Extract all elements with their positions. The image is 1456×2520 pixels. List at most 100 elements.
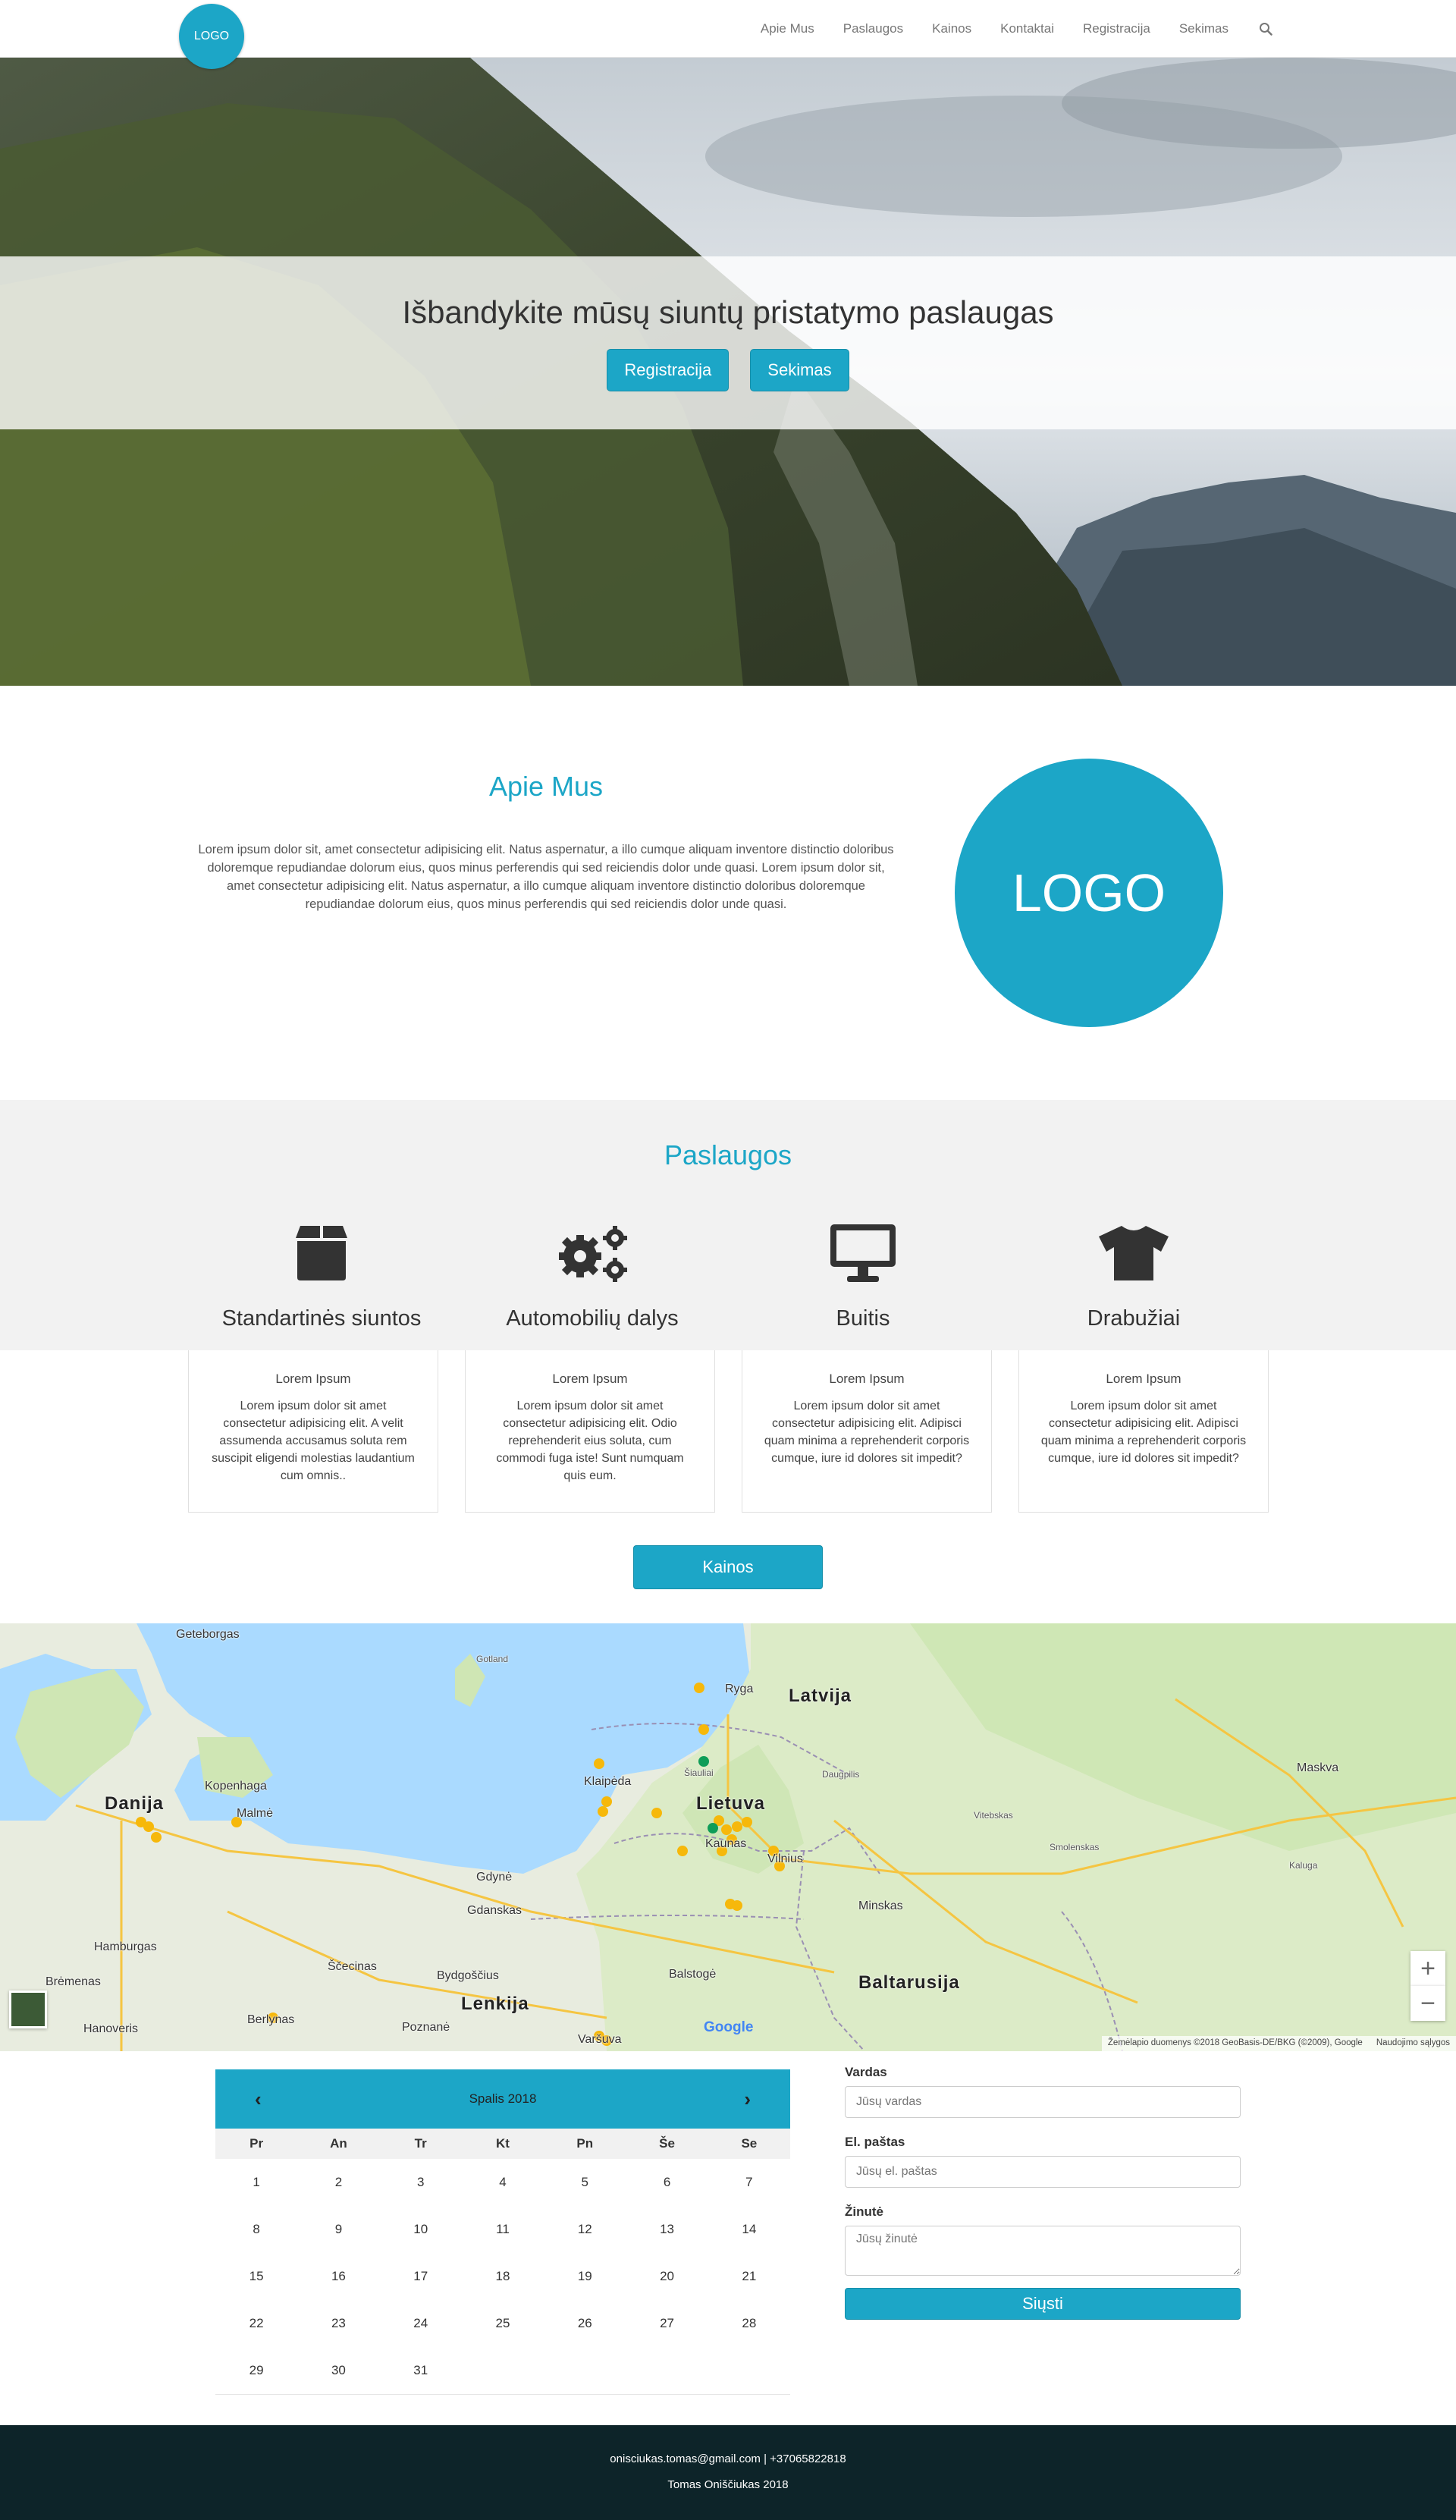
card-text: Lorem ipsum dolor sit amet consectetur a…	[496, 1400, 684, 1482]
nav-link-kontaktai[interactable]: Kontaktai	[1000, 21, 1054, 36]
register-button[interactable]: Registracija	[607, 349, 730, 391]
box-icon	[196, 1221, 447, 1285]
message-label: Žinutė	[845, 2204, 883, 2219]
map-label: Lenkija	[461, 1994, 529, 2014]
weekday: Pn	[576, 2136, 594, 2151]
calendar-day[interactable]: 6	[626, 2159, 708, 2206]
map-label: Daugpilis	[822, 1769, 860, 1780]
calendar-day[interactable]: 8	[215, 2206, 297, 2253]
card-heading: Lorem Ipsum	[1106, 1372, 1181, 1386]
nav-link-paslaugos[interactable]: Paslaugos	[843, 21, 903, 36]
calendar: ‹ Spalis 2018 › Pr An Tr Kt Pn Še Se 123…	[215, 2069, 790, 2395]
calendar-day[interactable]: 7	[708, 2159, 790, 2206]
nav-logo[interactable]: LOGO	[179, 4, 244, 69]
map-label: Brėmenas	[46, 1975, 101, 1988]
map-label: Bydgoščius	[437, 1969, 499, 1982]
map-label: Berlynas	[247, 2013, 295, 2026]
service-title: Standartinės siuntos	[221, 1306, 422, 1331]
tracking-button[interactable]: Sekimas	[750, 349, 849, 391]
calendar-day[interactable]: 16	[297, 2253, 379, 2300]
nav-links: Apie Mus Paslaugos Kainos Kontaktai Regi…	[732, 0, 1274, 58]
map-label: Balstogė	[669, 1968, 717, 1981]
calendar-day[interactable]: 15	[215, 2253, 297, 2300]
nav-link-apie-mus[interactable]: Apie Mus	[761, 21, 814, 36]
calendar-day[interactable]: 9	[297, 2206, 379, 2253]
calendar-day[interactable]: 29	[215, 2347, 297, 2394]
map-attribution: Žemėlapio duomenys ©2018 GeoBasis-DE/BKG…	[1101, 2036, 1456, 2051]
calendar-day[interactable]: 11	[462, 2206, 544, 2253]
send-button[interactable]: Siųsti	[845, 2288, 1241, 2320]
prices-button[interactable]: Kainos	[633, 1545, 823, 1589]
calendar-day[interactable]: 25	[462, 2300, 544, 2347]
nav-link-registracija[interactable]: Registracija	[1083, 21, 1150, 36]
weekday: Tr	[414, 2136, 427, 2151]
service-card: Lorem Ipsum Lorem ipsum dolor sit amet c…	[742, 1350, 992, 1513]
hero-title: Išbandykite mūsų siuntų pristatymo pasla…	[402, 294, 1054, 330]
service-title: Buitis	[836, 1306, 890, 1331]
map-label: Šiauliai	[684, 1767, 714, 1778]
map-terms-link[interactable]: Naudojimo sąlygos	[1376, 2038, 1450, 2049]
google-logo: Google	[704, 2019, 754, 2035]
map[interactable]: Latvija Lietuva Danija Lenkija Baltarusi…	[0, 1623, 1456, 2051]
next-month-icon[interactable]: ›	[744, 2088, 751, 2111]
map-type-toggle[interactable]	[9, 1991, 47, 2028]
nav-link-sekimas[interactable]: Sekimas	[1179, 21, 1228, 36]
nav-link-kainos[interactable]: Kainos	[932, 21, 971, 36]
services-title: Paslaugos	[664, 1139, 792, 1170]
card-heading: Lorem Ipsum	[829, 1372, 905, 1386]
calendar-day[interactable]: 10	[380, 2206, 462, 2253]
map-label: Malmė	[237, 1807, 274, 1820]
about-logo: LOGO	[955, 759, 1223, 1027]
service-title: Drabužiai	[1087, 1306, 1181, 1331]
map-label: Gotland	[476, 1654, 509, 1664]
calendar-day[interactable]: 27	[626, 2300, 708, 2347]
calendar-day[interactable]: 30	[297, 2347, 379, 2394]
calendar-day[interactable]: 31	[380, 2347, 462, 2394]
weekday: An	[330, 2136, 347, 2151]
map-label: Minskas	[858, 1899, 903, 1912]
email-label: El. paštas	[845, 2135, 905, 2149]
service-car-parts: Automobilių dalys	[467, 1221, 717, 1331]
calendar-day[interactable]: 17	[380, 2253, 462, 2300]
calendar-day[interactable]: 24	[380, 2300, 462, 2347]
calendar-day[interactable]: 18	[462, 2253, 544, 2300]
map-label: Hanoveris	[83, 2022, 139, 2035]
prev-month-icon[interactable]: ‹	[255, 2088, 262, 2111]
calendar-day[interactable]: 23	[297, 2300, 379, 2347]
search-icon[interactable]	[1257, 20, 1274, 37]
map-label: Vitebskas	[974, 1810, 1013, 1821]
weekday: Kt	[496, 2136, 510, 2151]
calendar-day[interactable]: 26	[544, 2300, 626, 2347]
calendar-day[interactable]: 22	[215, 2300, 297, 2347]
service-card: Lorem Ipsum Lorem ipsum dolor sit amet c…	[465, 1350, 715, 1513]
zoom-in-button[interactable]: +	[1410, 1951, 1445, 1986]
calendar-month: Spalis 2018	[469, 2091, 537, 2106]
message-field[interactable]	[845, 2226, 1241, 2276]
service-clothes: Drabužiai	[1009, 1221, 1259, 1331]
calendar-day[interactable]: 5	[544, 2159, 626, 2206]
calendar-day[interactable]: 19	[544, 2253, 626, 2300]
calendar-days: 1 2 3 4 5 6 7 8 9 10 11 12 13 14 15 16 17 18 19 20 21 22 23 24 2…	[215, 2159, 790, 2395]
hero-buttons: Registracija Sekimas	[0, 349, 1456, 391]
email-field[interactable]	[845, 2156, 1241, 2188]
footer: onisciukas.tomas@gmail.com | +3706582281…	[0, 2425, 1456, 2520]
cogs-icon	[467, 1221, 717, 1285]
calendar-day[interactable]: 1	[215, 2159, 297, 2206]
calendar-day[interactable]: 13	[626, 2206, 708, 2253]
card-text: Lorem ipsum dolor sit amet consectetur a…	[212, 1400, 415, 1482]
calendar-day[interactable]: 3	[380, 2159, 462, 2206]
calendar-day[interactable]: 20	[626, 2253, 708, 2300]
calendar-day[interactable]: 4	[462, 2159, 544, 2206]
about-title: Apie Mus	[488, 771, 604, 802]
map-label: Ryga	[725, 1683, 754, 1695]
calendar-day[interactable]: 21	[708, 2253, 790, 2300]
calendar-day[interactable]: 2	[297, 2159, 379, 2206]
calendar-day[interactable]: 12	[544, 2206, 626, 2253]
calendar-day[interactable]: 14	[708, 2206, 790, 2253]
zoom-out-button[interactable]: −	[1410, 1986, 1445, 2021]
calendar-day[interactable]: 28	[708, 2300, 790, 2347]
name-label: Vardas	[845, 2065, 887, 2079]
footer-copyright: Tomas Oniščiukas 2018	[667, 2478, 789, 2491]
name-field[interactable]	[845, 2086, 1241, 2118]
service-standard: Standartinės siuntos	[196, 1221, 447, 1331]
